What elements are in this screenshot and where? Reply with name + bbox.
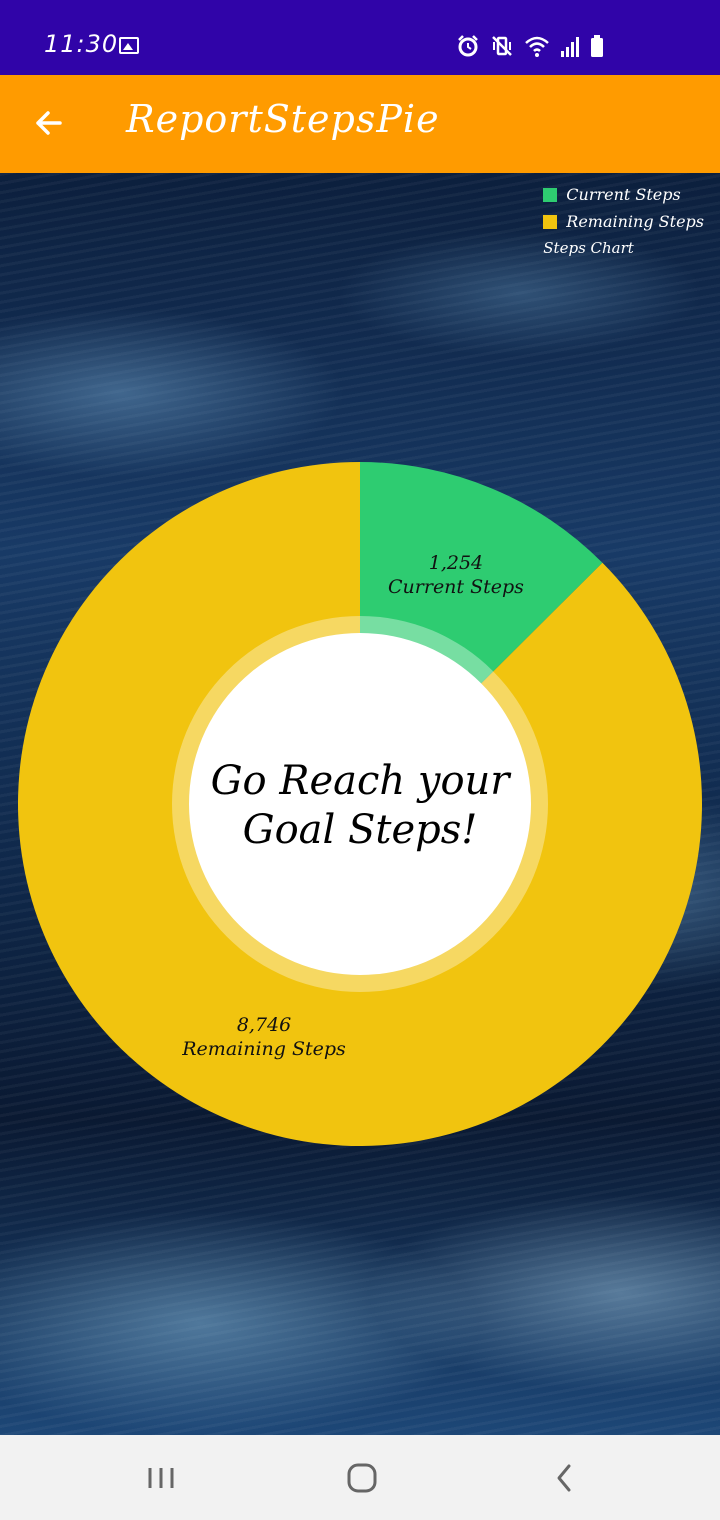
battery-icon — [591, 35, 603, 57]
page-title: ReportStepsPie — [126, 97, 440, 141]
back-button[interactable] — [24, 99, 72, 147]
legend-label-remaining-steps: Remaining Steps — [566, 212, 704, 231]
legend: Current Steps Remaining Steps Steps Char… — [543, 181, 704, 262]
legend-title: Steps Chart — [543, 239, 634, 257]
donut-chart: Go Reach your Goal Steps! 1,254Current S… — [18, 462, 702, 1146]
home-button[interactable] — [340, 1456, 384, 1500]
center-hole — [189, 633, 531, 975]
alarm-icon — [458, 35, 478, 57]
center-text-line2: Goal Steps! — [243, 807, 478, 853]
legend-swatch-remaining-steps — [543, 214, 558, 229]
status-time: 11:30 — [44, 30, 119, 58]
recent-apps-icon — [148, 1468, 174, 1488]
gallery-icon — [119, 37, 139, 54]
slice-label-remaining-steps: Remaining Steps — [181, 1038, 346, 1060]
slice-value-current-steps: 1,254 — [429, 552, 483, 574]
wifi-icon — [525, 36, 549, 57]
back-icon — [557, 1464, 571, 1492]
home-icon — [347, 1463, 377, 1493]
app-bar: ReportStepsPie — [0, 75, 720, 173]
system-back-button[interactable] — [542, 1456, 586, 1500]
vibrate-mute-icon — [492, 36, 512, 56]
center-text-line1: Go Reach your — [211, 758, 513, 804]
chart-area: Go Reach your Goal Steps! 1,254 Current S… — [0, 173, 720, 1435]
slice-label-current-steps: Current Steps — [388, 576, 524, 598]
recent-apps-button[interactable] — [139, 1456, 183, 1500]
status-icons — [456, 34, 604, 58]
navigation-bar — [0, 1435, 720, 1520]
legend-item-current-steps: Current Steps — [543, 181, 704, 208]
signal-icon — [561, 37, 579, 57]
legend-item-remaining-steps: Remaining Steps — [543, 208, 704, 235]
status-bar: 11:30 — [0, 0, 720, 75]
legend-swatch-current-steps — [543, 187, 558, 202]
legend-label-current-steps: Current Steps — [566, 185, 681, 204]
slice-value-remaining-steps: 8,746 — [237, 1014, 291, 1036]
arrow-left-icon — [36, 111, 62, 135]
